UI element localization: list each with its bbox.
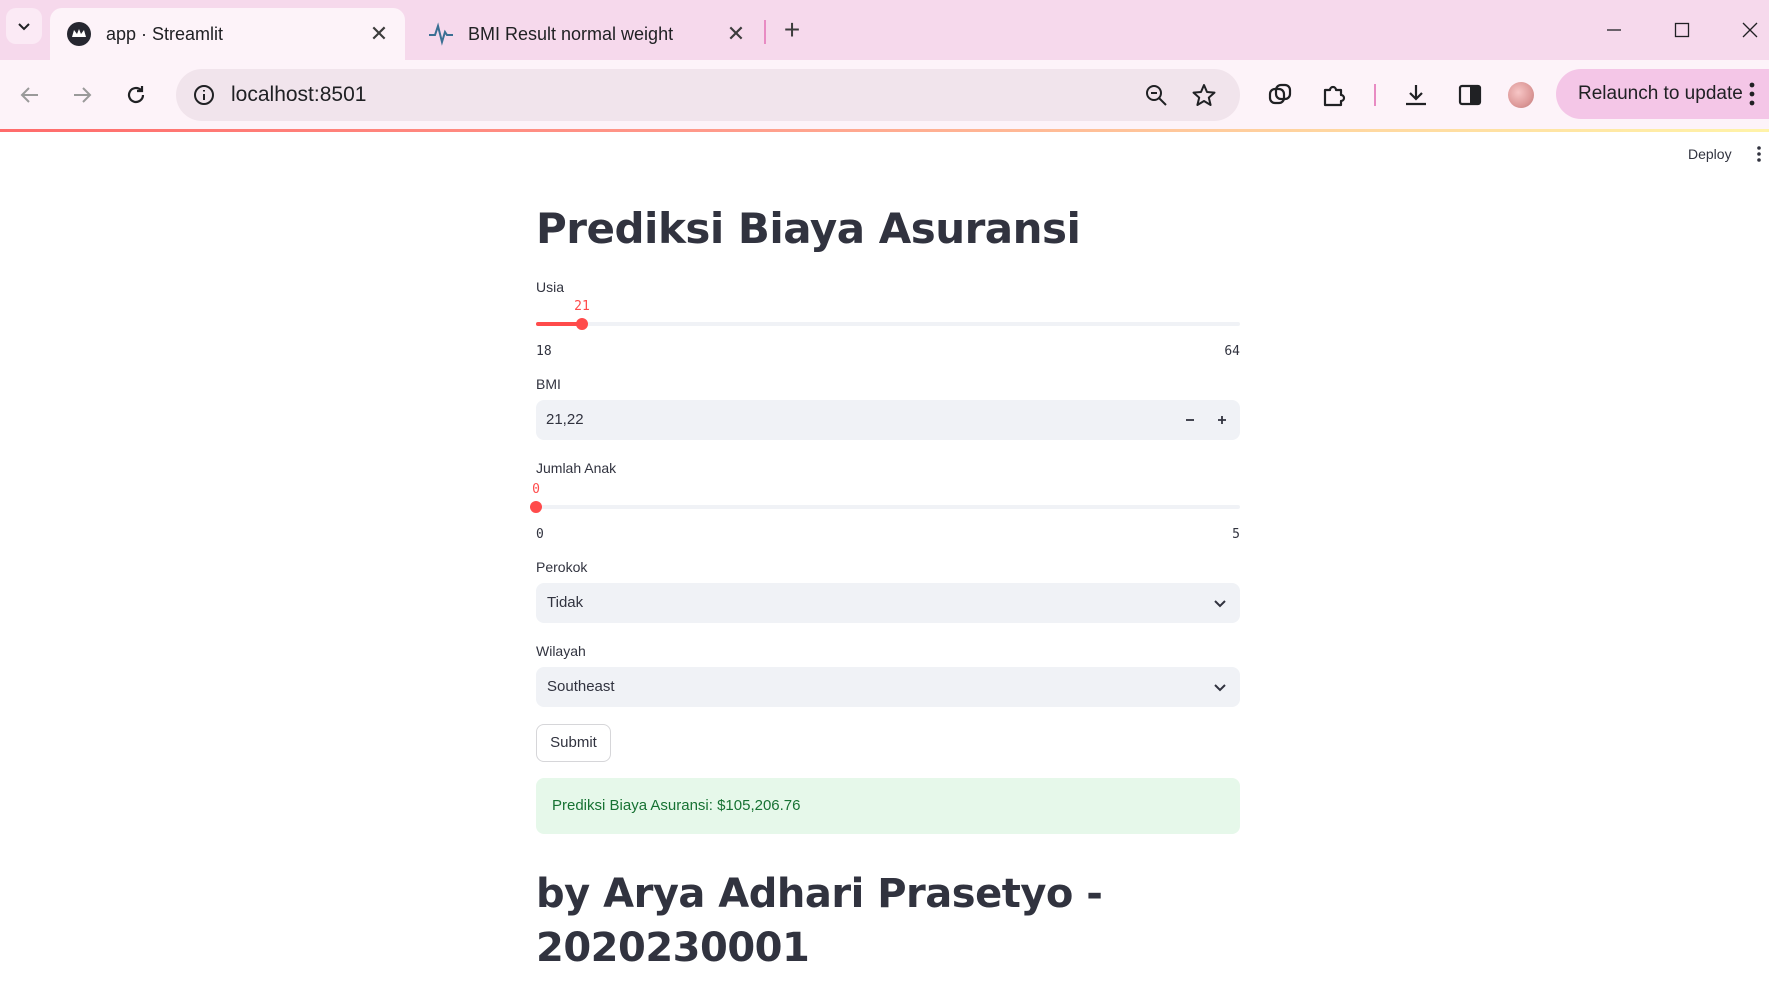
chevron-down-icon bbox=[1214, 684, 1226, 692]
slider-min-label: 0 bbox=[536, 527, 544, 542]
slider-value: 21 bbox=[574, 299, 590, 314]
streamlit-crown-icon bbox=[66, 21, 92, 47]
deploy-button[interactable]: Deploy bbox=[1688, 146, 1732, 162]
smoker-selected-value: Tidak bbox=[547, 594, 584, 611]
toolbar-divider bbox=[1374, 84, 1376, 106]
region-label: Wilayah bbox=[536, 643, 586, 659]
download-icon[interactable] bbox=[1396, 75, 1436, 115]
tab-streamlit-app[interactable]: app · Streamlit ✕ bbox=[50, 8, 405, 60]
close-tab-icon[interactable]: ✕ bbox=[722, 20, 750, 48]
slider-track bbox=[536, 505, 1240, 509]
children-slider[interactable]: 0 0 5 bbox=[530, 475, 1240, 542]
slider-value: 0 bbox=[532, 482, 540, 497]
slider-min-label: 18 bbox=[536, 344, 552, 359]
url-text: localhost:8501 bbox=[231, 83, 367, 106]
relaunch-to-update-button[interactable]: Relaunch to update bbox=[1556, 69, 1769, 119]
close-window-icon[interactable] bbox=[1728, 10, 1769, 50]
close-tab-icon[interactable]: ✕ bbox=[365, 20, 393, 48]
google-lens-icon[interactable] bbox=[1260, 75, 1300, 115]
slider-thumb[interactable] bbox=[530, 501, 542, 513]
page-title: Prediksi Biaya Asuransi bbox=[536, 204, 1081, 253]
submit-label: Submit bbox=[550, 734, 597, 751]
smoker-label: Perokok bbox=[536, 559, 588, 575]
submit-button[interactable]: Submit bbox=[536, 724, 611, 762]
chevron-down-icon bbox=[18, 23, 30, 31]
tab-bmi-result[interactable]: BMI Result normal weight ✕ bbox=[412, 8, 762, 60]
bmi-number-input[interactable]: 21,22 bbox=[536, 400, 1240, 440]
region-select[interactable]: Southeast bbox=[536, 667, 1240, 707]
minus-icon bbox=[1186, 419, 1194, 421]
increment-button[interactable] bbox=[1206, 400, 1238, 440]
smoker-select[interactable]: Tidak bbox=[536, 583, 1240, 623]
pulse-icon bbox=[428, 21, 454, 47]
chevron-down-icon bbox=[1214, 600, 1226, 608]
tab-search-button[interactable] bbox=[6, 8, 42, 44]
tab-title: app · Streamlit bbox=[106, 23, 224, 44]
tab-divider bbox=[764, 20, 766, 44]
bmi-label: BMI bbox=[536, 376, 561, 392]
tab-title: BMI Result normal weight bbox=[468, 23, 674, 44]
author-heading: by Arya Adhari Prasetyo - 2020230001 bbox=[536, 871, 1103, 971]
zoom-icon[interactable] bbox=[1142, 81, 1170, 109]
age-slider[interactable]: 21 18 64 bbox=[536, 292, 1240, 359]
result-success-alert: Prediksi Biaya Asuransi: $105,206.76 bbox=[536, 778, 1240, 834]
back-arrow-icon[interactable] bbox=[10, 75, 50, 115]
plus-icon bbox=[1218, 416, 1226, 424]
reload-icon[interactable] bbox=[116, 75, 156, 115]
side-panel-icon[interactable] bbox=[1450, 75, 1490, 115]
slider-track bbox=[536, 322, 1240, 326]
slider-thumb[interactable] bbox=[576, 318, 588, 330]
more-vertical-icon[interactable] bbox=[1748, 81, 1756, 107]
relaunch-label: Relaunch to update bbox=[1578, 83, 1743, 104]
region-selected-value: Southeast bbox=[547, 678, 615, 695]
profile-avatar[interactable] bbox=[1508, 82, 1534, 108]
slider-max-label: 5 bbox=[1232, 527, 1240, 542]
bmi-value: 21,22 bbox=[546, 411, 584, 428]
new-tab-button[interactable]: + bbox=[776, 14, 808, 46]
streamlit-top-decoration bbox=[0, 129, 1769, 132]
minimize-window-icon[interactable] bbox=[1592, 10, 1636, 50]
slider-max-label: 64 bbox=[1224, 344, 1240, 359]
address-bar[interactable]: localhost:8501 bbox=[176, 69, 1240, 121]
extensions-puzzle-icon[interactable] bbox=[1314, 75, 1354, 115]
bookmark-star-icon[interactable] bbox=[1190, 81, 1218, 109]
forward-arrow-icon[interactable] bbox=[62, 75, 102, 115]
maximize-window-icon[interactable] bbox=[1660, 10, 1704, 50]
children-label: Jumlah Anak bbox=[536, 460, 617, 476]
main-menu-icon[interactable] bbox=[1756, 144, 1762, 164]
decrement-button[interactable] bbox=[1174, 400, 1206, 440]
site-info-icon[interactable] bbox=[190, 81, 218, 109]
result-text: Prediksi Biaya Asuransi: $105,206.76 bbox=[552, 797, 801, 814]
browser-toolbar: localhost:8501 Relaunch to update bbox=[0, 60, 1769, 130]
browser-tab-bar: app · Streamlit ✕ BMI Result normal weig… bbox=[0, 0, 1769, 60]
